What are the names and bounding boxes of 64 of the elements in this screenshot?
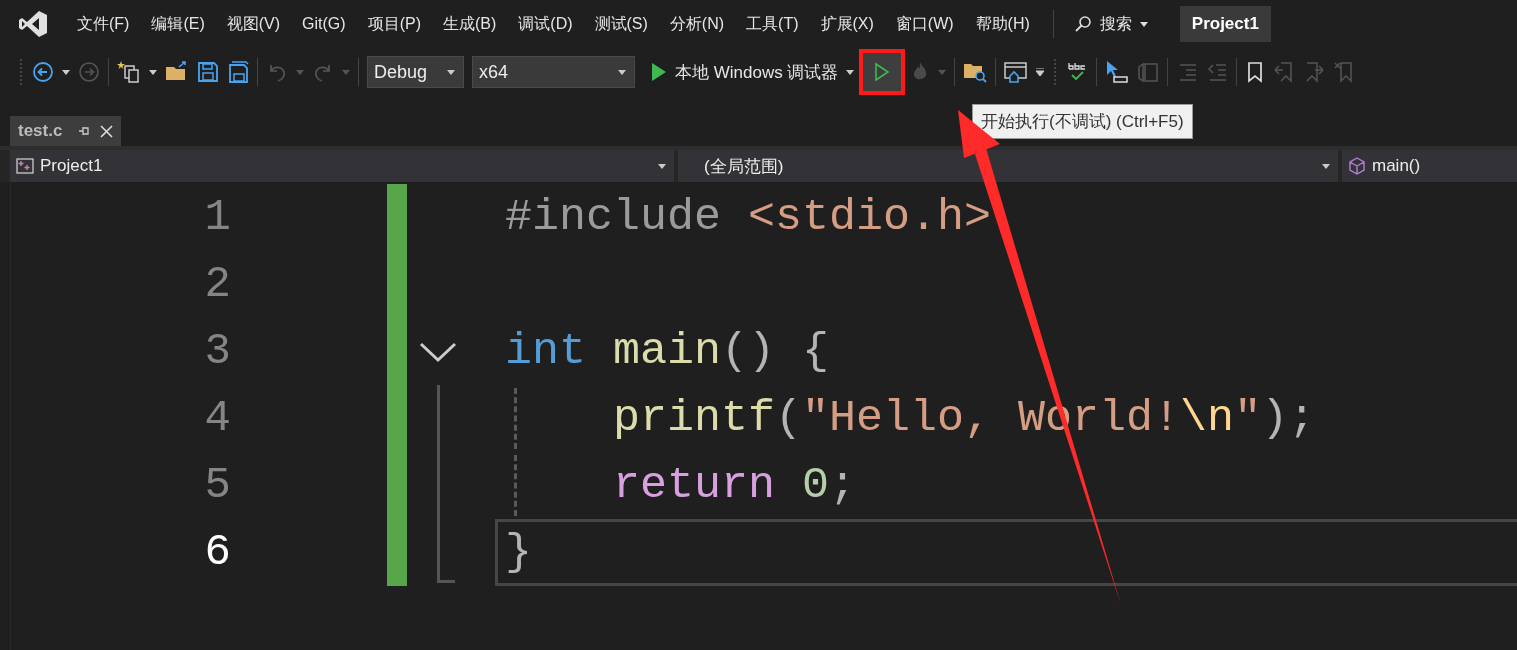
menu-item[interactable]: 视图(V) [215,13,292,35]
menu-item[interactable]: 项目(P) [356,13,432,35]
caret-icon[interactable] [62,69,70,75]
line-number: 2 [203,258,231,311]
menu-item[interactable]: 扩展(X) [809,13,885,35]
play-icon [651,62,667,82]
caret-icon[interactable] [149,69,157,75]
folder-search-icon[interactable] [963,61,988,83]
file-tab[interactable]: test.c [10,116,122,146]
search-icon [1073,15,1092,33]
line-number: 3 [203,325,231,378]
menu-item[interactable]: 帮助(H) [964,13,1041,35]
cursor-icon[interactable] [1105,60,1130,84]
menu-item[interactable]: 测试(S) [583,13,659,35]
tooltip: 开始执行(不调试) (Ctrl+F5) [972,104,1193,139]
caret-icon [618,69,626,75]
new-item-icon[interactable] [117,60,141,84]
project-dropdown[interactable]: Project1 [10,150,674,182]
caret-icon [447,69,455,75]
search-button[interactable]: 搜索 [1065,9,1156,39]
pin-icon[interactable] [78,125,91,137]
indent-guide [514,388,517,449]
back-icon[interactable] [32,61,54,83]
menu-item[interactable]: 生成(B) [431,13,508,35]
logo-icon [18,9,48,39]
caret-icon [658,163,666,169]
menu-item[interactable]: 窗口(W) [884,13,965,35]
project-icon [16,158,34,174]
code-line: #include <stdio.h> [505,190,992,245]
grip-icon [18,58,24,86]
start-debugging-button[interactable]: 本地 Windows 调试器 [643,60,839,84]
close-icon[interactable] [100,124,114,138]
menu-item[interactable]: Git(G) [291,15,357,33]
configuration-dropdown[interactable]: Debug [367,56,464,88]
collapse-icon[interactable] [419,340,457,363]
cube-icon [1348,157,1366,175]
caret-icon[interactable] [1036,68,1045,76]
member-dropdown[interactable]: main() [1342,150,1517,182]
caret-icon[interactable] [846,69,855,75]
save-all-icon[interactable] [227,61,249,83]
line-number: 1 [203,191,231,244]
platform-dropdown[interactable]: x64 [472,56,635,88]
code-line: } [505,525,532,580]
menu-item[interactable]: 调试(D) [507,13,584,35]
save-icon[interactable] [197,61,219,83]
menu-item[interactable]: 编辑(E) [140,13,216,35]
window-home-icon[interactable] [1004,61,1029,83]
scope-dropdown[interactable]: (全局范围) [678,150,1338,182]
code-line: return 0; [613,458,857,513]
line-number: 4 [203,392,231,445]
grip-icon [1052,58,1059,86]
start-without-debugging-button[interactable] [859,49,906,95]
caret-icon [1322,163,1330,169]
play-outline-icon [874,62,891,82]
project-name-badge: Project1 [1179,6,1271,42]
menu-item[interactable]: 分析(N) [658,13,736,35]
line-number: 6 [203,526,231,579]
caret-icon [1139,21,1148,27]
line-number: 5 [203,459,231,512]
menu-item[interactable]: 文件(F) [66,13,141,35]
menu-item[interactable]: 工具(T) [735,13,810,35]
indent-guide [514,455,517,516]
code-line: int main() { [505,324,830,379]
folder-icon[interactable] [165,61,189,83]
